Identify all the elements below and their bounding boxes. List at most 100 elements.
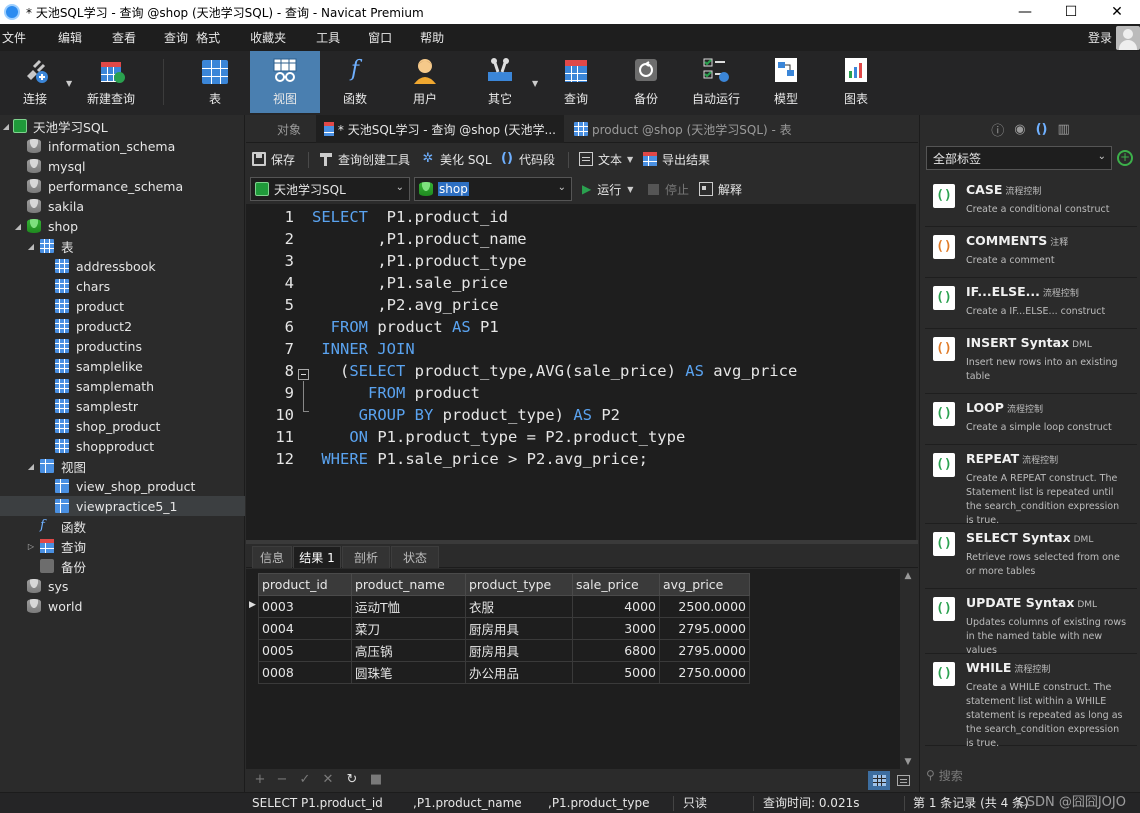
tree-item-table[interactable]: addressbook: [0, 256, 245, 276]
snippet-item[interactable]: () REPEAT 流程控制 Create A REPEAT construct.…: [925, 445, 1137, 526]
cell[interactable]: 菜刀: [351, 617, 466, 640]
code-line[interactable]: 9 FROM product: [246, 382, 916, 404]
code-line[interactable]: 11 ON P1.product_type = P2.product_type: [246, 426, 916, 448]
query-builder-button[interactable]: 查询创建工具: [319, 144, 410, 174]
toolbar-backup-button[interactable]: 备份: [611, 51, 681, 113]
cell[interactable]: 6800: [572, 639, 660, 662]
chevron-down-icon[interactable]: ◢: [26, 462, 36, 471]
cell[interactable]: 厨房用具: [465, 617, 573, 640]
code-line[interactable]: 4 ,P1.sale_price: [246, 272, 916, 294]
form-view-button[interactable]: [892, 771, 914, 790]
tree-item-database[interactable]: sakila: [0, 196, 245, 216]
tree-item-table[interactable]: samplestr: [0, 396, 245, 416]
tree-item-table[interactable]: chars: [0, 276, 245, 296]
chevron-down-icon[interactable]: ◢: [13, 222, 23, 231]
tree-item-backups-folder[interactable]: 备份: [0, 556, 245, 576]
snippet-search[interactable]: ⚲ 搜索: [926, 763, 1136, 787]
tree-item-database[interactable]: sys: [0, 576, 245, 596]
chevron-down-icon[interactable]: ▼: [532, 79, 538, 88]
tree-item-queries-folder[interactable]: ▷ 查询: [0, 536, 245, 556]
cell[interactable]: 5000: [572, 661, 660, 684]
login-link[interactable]: 登录: [1088, 24, 1112, 51]
cell[interactable]: 0004: [258, 617, 352, 640]
eye-icon[interactable]: ◉: [1014, 122, 1025, 137]
code-line[interactable]: 8 (SELECT product_type,AVG(sale_price) A…: [246, 360, 916, 382]
chevron-down-icon[interactable]: ◢: [26, 242, 36, 251]
stop-button[interactable]: 停止: [648, 174, 689, 204]
toolbar-other-button[interactable]: 其它: [465, 51, 535, 113]
code-line[interactable]: 5 ,P2.avg_price: [246, 294, 916, 316]
cell[interactable]: 0005: [258, 639, 352, 662]
cell[interactable]: 3000: [572, 617, 660, 640]
code-line[interactable]: 7 INNER JOIN: [246, 338, 916, 360]
toolbar-connect-button[interactable]: 连接: [14, 51, 56, 113]
apply-check-icon[interactable]: ✓: [297, 772, 313, 788]
text-button[interactable]: 文本 ▼: [579, 144, 633, 174]
export-results-button[interactable]: 导出结果: [643, 144, 710, 174]
chevron-down-icon[interactable]: ◢: [1, 122, 11, 131]
cell[interactable]: 2500.0000: [659, 595, 750, 618]
tree-item-views-folder[interactable]: ◢ 视图: [0, 456, 245, 476]
tree-item-table[interactable]: product: [0, 296, 245, 316]
code-line[interactable]: 10 GROUP BY product_type) AS P2: [246, 404, 916, 426]
cell[interactable]: 2795.0000: [659, 617, 750, 640]
cell[interactable]: 0008: [258, 661, 352, 684]
explain-button[interactable]: 解释: [699, 174, 742, 204]
tree-item-view-selected[interactable]: viewpractice5_1: [0, 496, 245, 516]
add-snippet-icon[interactable]: +: [1117, 150, 1133, 166]
beautify-sql-button[interactable]: ✲ 美化 SQL: [421, 144, 492, 174]
tab-product-table[interactable]: product @shop (天池学习SQL) - 表: [566, 115, 818, 143]
tree-item-table[interactable]: product2: [0, 316, 245, 336]
snippet-item[interactable]: () LOOP 流程控制 Create a simple loop constru…: [925, 394, 1137, 445]
toolbar-new-query-button[interactable]: 新建查询: [82, 51, 140, 113]
column-header[interactable]: product_type: [465, 573, 573, 596]
columns-icon[interactable]: ▥: [1057, 122, 1069, 137]
tree-item-database[interactable]: performance_schema: [0, 176, 245, 196]
snippet-item[interactable]: () IF...ELSE... 流程控制 Create a IF...ELSE..…: [925, 278, 1137, 329]
connection-select[interactable]: 天池学习SQL ⌄: [250, 177, 410, 201]
toolbar-view-button[interactable]: 视图: [250, 51, 320, 113]
tab-info[interactable]: 信息: [252, 546, 292, 568]
code-snippet-button[interactable]: () 代码段: [500, 144, 555, 174]
cell[interactable]: 0003: [258, 595, 352, 618]
delete-record-icon[interactable]: −: [274, 772, 290, 788]
tree-item-database[interactable]: mysql: [0, 156, 245, 176]
snippet-item[interactable]: () CASE 流程控制 Create a conditional constru…: [925, 176, 1137, 227]
column-header[interactable]: avg_price: [659, 573, 750, 596]
minimize-button[interactable]: —: [1002, 0, 1048, 24]
toolbar-user-button[interactable]: 用户: [390, 51, 460, 113]
table-row[interactable]: 0008 圆珠笔 办公用品 5000 2750.0000: [258, 661, 750, 684]
menu-view[interactable]: 查看: [103, 24, 145, 51]
tab-objects[interactable]: 对象: [258, 115, 320, 143]
column-header[interactable]: product_id: [258, 573, 352, 596]
tree-item-tables-folder[interactable]: ◢ 表: [0, 236, 245, 256]
chevron-right-icon[interactable]: ▷: [26, 542, 36, 551]
tab-status[interactable]: 状态: [391, 546, 439, 568]
tree-item-database[interactable]: world: [0, 596, 245, 616]
menu-window[interactable]: 窗口: [359, 24, 401, 51]
menu-help[interactable]: 帮助: [411, 24, 453, 51]
menu-edit[interactable]: 编辑: [49, 24, 91, 51]
table-row[interactable]: 0005 高压锅 厨房用具 6800 2795.0000: [258, 639, 750, 662]
cell[interactable]: 厨房用具: [465, 639, 573, 662]
tree-item-view[interactable]: view_shop_product: [0, 476, 245, 496]
menu-format[interactable]: 格式: [187, 24, 229, 51]
add-record-icon[interactable]: +: [252, 772, 268, 788]
refresh-icon[interactable]: ↻: [344, 772, 360, 788]
tab-result-1[interactable]: 结果 1: [293, 546, 341, 568]
avatar[interactable]: [1116, 26, 1140, 50]
toolbar-query-button[interactable]: 查询: [541, 51, 611, 113]
table-row[interactable]: 0004 菜刀 厨房用具 3000 2795.0000: [258, 617, 750, 640]
tree-item-database[interactable]: information_schema: [0, 136, 245, 156]
cell[interactable]: 2750.0000: [659, 661, 750, 684]
snippet-item[interactable]: () SELECT Syntax DML Retrieve rows select…: [925, 524, 1137, 589]
fold-collapse-icon[interactable]: [298, 369, 309, 380]
column-header[interactable]: sale_price: [572, 573, 660, 596]
code-line[interactable]: 1 SELECT P1.product_id: [246, 206, 916, 228]
snippet-tag-filter[interactable]: 全部标签 ⌄: [926, 146, 1112, 170]
code-line[interactable]: 3 ,P1.product_type: [246, 250, 916, 272]
result-grid-scrollbar[interactable]: ▲ ▼: [900, 569, 916, 769]
menu-tools[interactable]: 工具: [307, 24, 349, 51]
tree-item-table[interactable]: shopproduct: [0, 436, 245, 456]
toolbar-table-button[interactable]: 表: [180, 51, 250, 113]
